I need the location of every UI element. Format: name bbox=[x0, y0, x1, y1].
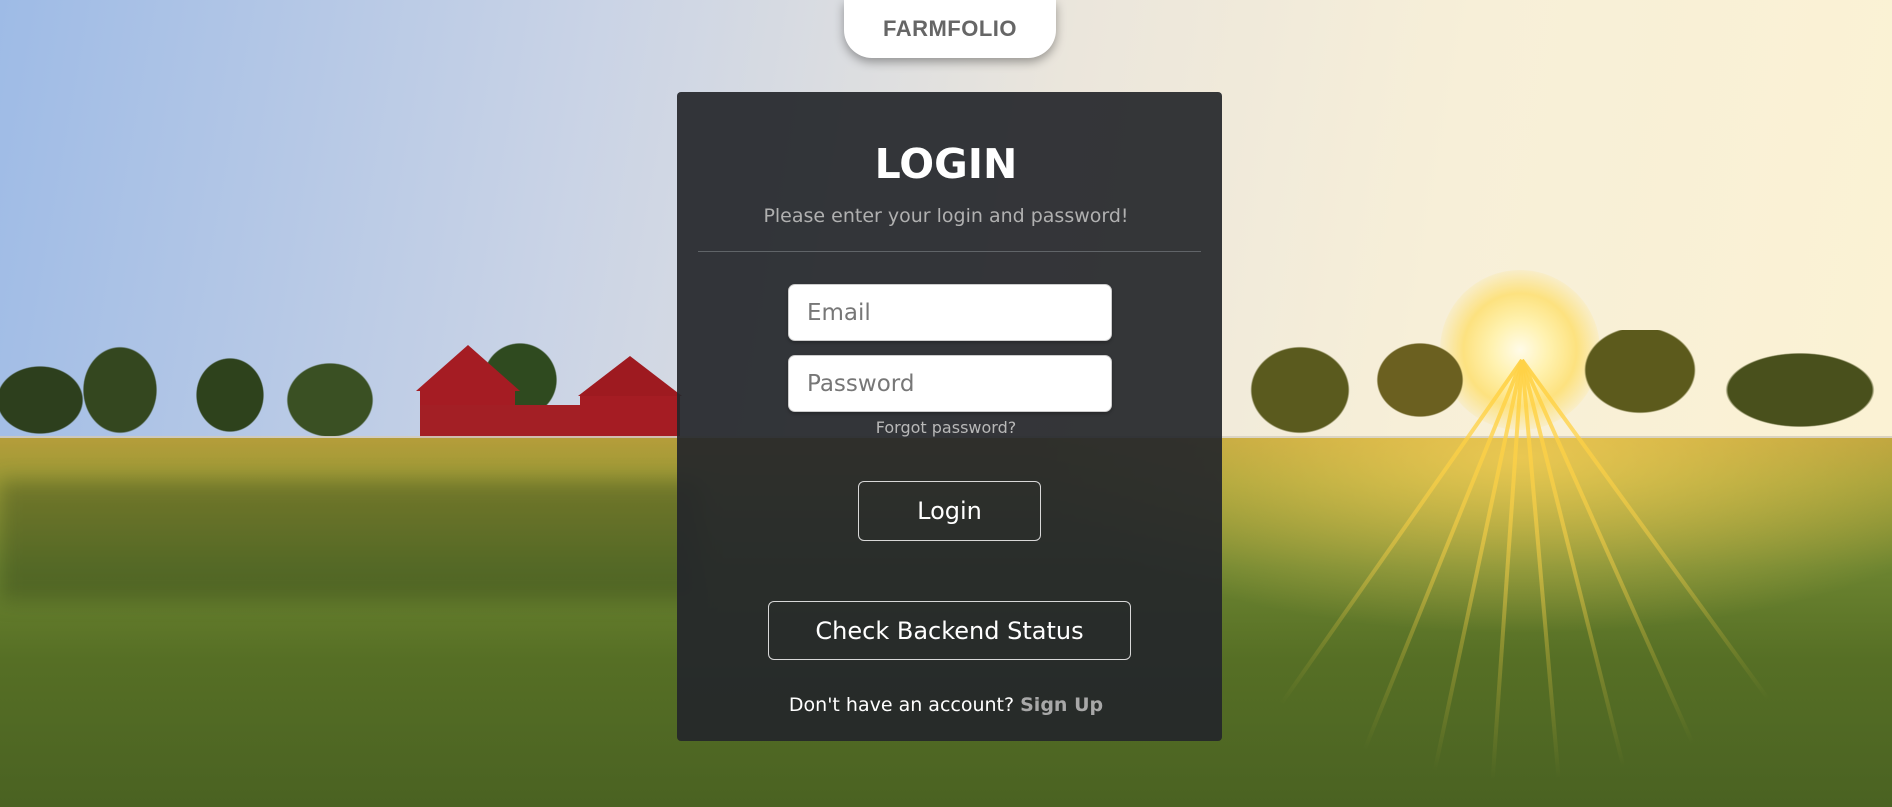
field-shadow bbox=[0, 480, 700, 600]
brand-name: FARMFOLIO bbox=[882, 16, 1018, 41]
check-backend-status-button[interactable]: Check Backend Status bbox=[768, 601, 1131, 660]
brand-tab: FARMFOLIO bbox=[844, 0, 1056, 58]
barn-roof bbox=[578, 356, 682, 396]
divider bbox=[698, 251, 1201, 252]
password-input[interactable] bbox=[788, 355, 1112, 412]
sign-up-link[interactable]: Sign Up bbox=[1020, 694, 1103, 716]
login-subtitle: Please enter your login and password! bbox=[763, 205, 1129, 227]
forgot-password-link[interactable]: Forgot password? bbox=[0, 418, 1892, 437]
signup-line: Don't have an account? Sign Up bbox=[0, 694, 1892, 716]
login-button[interactable]: Login bbox=[858, 481, 1041, 541]
signup-prompt: Don't have an account? bbox=[788, 694, 1015, 716]
login-title: LOGIN bbox=[874, 140, 1018, 188]
barn-roof bbox=[416, 345, 520, 391]
email-input[interactable] bbox=[788, 284, 1112, 341]
